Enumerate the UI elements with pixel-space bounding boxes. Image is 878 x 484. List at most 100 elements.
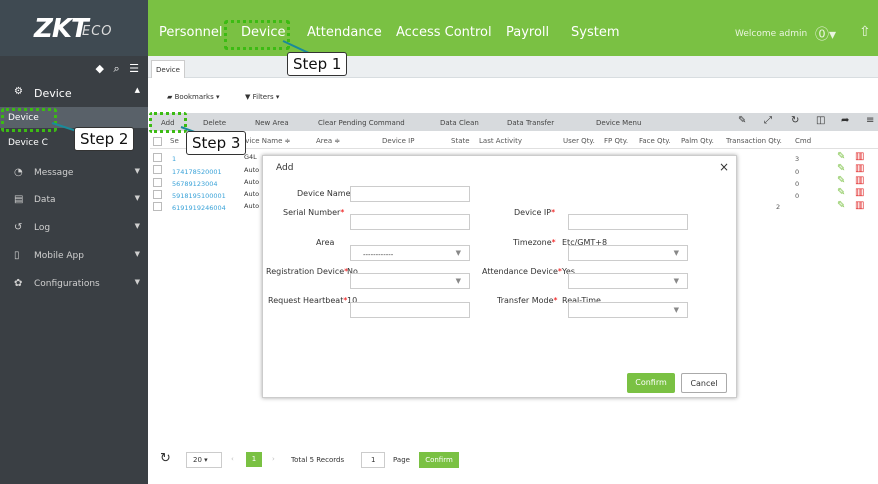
close-icon[interactable]: × — [719, 160, 729, 174]
chevron-down-icon: ▼ — [673, 249, 679, 257]
data-transfer-button[interactable]: Data Transfer — [507, 119, 554, 127]
page-size-select[interactable]: 20 ▾ — [186, 452, 222, 468]
history-icon: ↺ — [14, 222, 23, 233]
logo-sub: ECO — [82, 24, 113, 39]
trash-icon[interactable]: ▥ — [855, 175, 864, 186]
edit-icon[interactable]: ✎ — [837, 200, 845, 211]
required-mark: * — [340, 208, 345, 217]
row-serial[interactable]: 1 — [172, 155, 176, 163]
nav-access-control[interactable]: Access Control — [396, 25, 492, 40]
prev-page-icon[interactable]: ‹ — [231, 455, 234, 463]
dialog-title: Add — [276, 163, 294, 173]
user-icon[interactable]: ⓪▾ — [815, 24, 836, 44]
data-clean-button[interactable]: Data Clean — [440, 119, 479, 127]
expand-icon[interactable]: ⤢ — [764, 115, 772, 126]
trash-icon[interactable]: ▥ — [855, 163, 864, 174]
row-serial[interactable]: 6191919246004 — [172, 204, 226, 212]
nav-payroll[interactable]: Payroll — [506, 25, 549, 40]
step2-highlight — [1, 108, 57, 132]
edit-icon[interactable]: ✎ — [837, 151, 845, 162]
refresh-icon[interactable]: ↻ — [160, 451, 171, 466]
refresh-icon[interactable]: ↻ — [791, 115, 799, 126]
device-menu-button[interactable]: Device Menu — [596, 119, 641, 127]
transfer-mode-select[interactable]: ▼ — [568, 302, 688, 318]
request-heartbeat-input[interactable] — [350, 302, 470, 318]
row-serial[interactable]: 56789123004 — [172, 180, 218, 188]
sidebar-item-label: Mobile App — [34, 251, 84, 261]
trash-icon[interactable]: ▥ — [855, 151, 864, 162]
attendance-device-label: Attendance Device* — [482, 267, 562, 276]
next-page-icon[interactable]: › — [272, 455, 275, 463]
timezone-select[interactable]: ▼ — [568, 245, 688, 261]
welcome-text: Welcome admin — [735, 29, 808, 39]
nav-system[interactable]: System — [571, 25, 619, 40]
chevron-down-icon: ▼ — [134, 167, 140, 175]
sidebar-item-device[interactable]: ⚙ Device ▲ — [0, 78, 148, 104]
row-area: Auto — [244, 190, 260, 198]
step2-callout: Step 2 — [74, 127, 135, 151]
clear-pending-command-button[interactable]: Clear Pending Command — [318, 119, 405, 127]
cancel-button[interactable]: Cancel — [681, 373, 727, 393]
row-checkbox[interactable] — [153, 178, 162, 187]
nav-attendance[interactable]: Attendance — [307, 25, 382, 40]
export-icon[interactable]: ➦ — [841, 115, 849, 126]
device-ip-input[interactable] — [568, 214, 688, 230]
mobile-icon: ▯ — [14, 250, 20, 261]
columns-icon[interactable]: ◫ — [816, 115, 825, 126]
filters-dropdown[interactable]: ▼ Filters ▾ — [245, 93, 279, 101]
sidebar-item-data[interactable]: ▤ Data ▼ — [0, 186, 148, 212]
area-value: ------------ — [363, 251, 394, 259]
row-area: G4L — [244, 153, 257, 161]
nav-personnel[interactable]: Personnel — [159, 25, 223, 40]
row-checkbox[interactable] — [153, 202, 162, 211]
edit-icon[interactable]: ✎ — [837, 163, 845, 174]
sidebar-item-configurations[interactable]: ✿ Configurations ▼ — [0, 270, 148, 296]
row-serial[interactable]: 174178520001 — [172, 168, 222, 176]
tab-strip — [148, 56, 878, 78]
col-state: State — [451, 137, 470, 145]
row-serial[interactable]: 5918195100001 — [172, 192, 226, 200]
page-input[interactable]: 1 — [361, 452, 385, 468]
device-name-input[interactable] — [350, 186, 470, 202]
delete-button[interactable]: Delete — [203, 119, 226, 127]
col-device-name[interactable]: evice Name ≑ — [241, 137, 291, 145]
edit-tool-icon[interactable]: ✎ — [738, 115, 746, 126]
notification-icon[interactable]: ⇧ — [859, 24, 871, 40]
registration-device-select[interactable]: ▼ — [350, 273, 470, 289]
tab-device[interactable]: Device — [151, 60, 185, 78]
select-all-checkbox[interactable] — [153, 137, 162, 146]
more-icon[interactable]: ≡ — [866, 115, 874, 126]
edit-icon[interactable]: ✎ — [837, 175, 845, 186]
row-cmd: 0 — [795, 168, 800, 176]
col-area[interactable]: Area ≑ — [316, 137, 340, 145]
trash-icon[interactable]: ▥ — [855, 187, 864, 198]
sidebar-item-label: Device — [34, 87, 72, 100]
bookmarks-label: Bookmarks ▾ — [174, 93, 220, 101]
new-area-button[interactable]: New Area — [255, 119, 289, 127]
edit-icon[interactable]: ✎ — [837, 187, 845, 198]
logo-main: ZKT — [34, 14, 89, 44]
attendance-device-select[interactable]: ▼ — [568, 273, 688, 289]
serial-number-input[interactable] — [350, 214, 470, 230]
area-select[interactable]: ------------ ▼ — [350, 245, 470, 261]
confirm-button[interactable]: Confirm — [627, 373, 675, 393]
current-page[interactable]: 1 — [246, 452, 262, 467]
row-checkbox[interactable] — [153, 165, 162, 174]
trash-icon[interactable]: ▥ — [855, 200, 864, 211]
timezone-label-text: Timezone — [513, 238, 552, 247]
sidebar-item-log[interactable]: ↺ Log ▼ — [0, 214, 148, 240]
chevron-down-icon: ▼ — [134, 222, 140, 230]
col-serial[interactable]: Se — [170, 137, 179, 145]
serial-number-label: Serial Number* — [283, 208, 344, 217]
sidebar-item-mobile-app[interactable]: ▯ Mobile App ▼ — [0, 242, 148, 268]
step1-callout: Step 1 — [287, 52, 348, 76]
chevron-down-icon: ▼ — [134, 250, 140, 258]
row-checkbox[interactable] — [153, 190, 162, 199]
row-checkbox[interactable] — [153, 153, 162, 162]
sidebar-tools[interactable]: ◆ ⌕ ☰ — [96, 62, 142, 76]
required-mark: * — [553, 296, 558, 305]
sidebar-item-message[interactable]: ◔ Message ▼ — [0, 159, 148, 185]
page-confirm-button[interactable]: Confirm — [419, 452, 459, 468]
request-heartbeat-label: Request Heartbeat* — [268, 296, 347, 305]
bookmarks-dropdown[interactable]: ▰ Bookmarks ▾ — [167, 93, 219, 101]
